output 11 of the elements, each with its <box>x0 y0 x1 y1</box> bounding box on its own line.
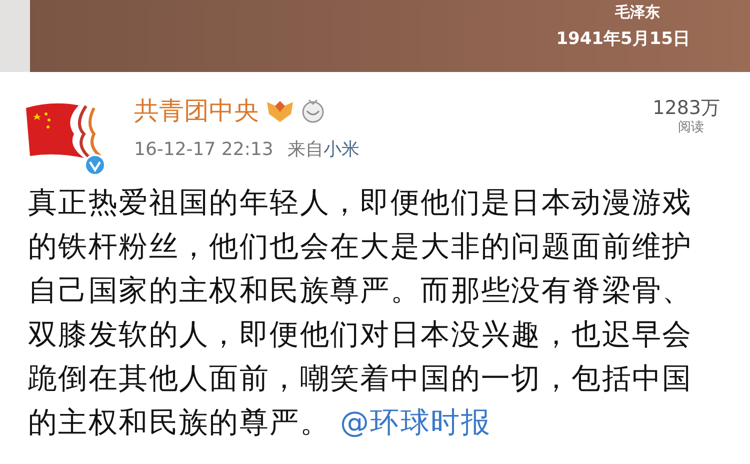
read-label: 阅读 <box>678 120 704 136</box>
source-link[interactable]: 小米 <box>323 138 360 162</box>
read-count: 1283万 <box>652 96 720 120</box>
source-label: 来自 <box>287 138 324 162</box>
banner-date: 1941年5月15日 <box>556 28 690 50</box>
post-body: 真正热爱祖国的年轻人，即便他们是日本动漫游戏的铁杆粉丝，他们也会在大是大非的问题面前维护自己国家的主权和民族尊严。而那些没有脊梁骨、双膝发软的人，即便他们对日本没兴趣，也迟早会跪倒在其他人面前，嘲笑着中国的一切，包括中国的主权和民族的尊严。 @环球时报 <box>28 184 694 441</box>
emblem-icon <box>265 98 295 124</box>
author-name[interactable]: 共青团中央 <box>134 94 259 128</box>
banner-author: 毛泽东 <box>615 2 660 22</box>
post-timestamp: 16-12-17 22:13 <box>134 138 274 162</box>
mention-link[interactable]: @环球时报 <box>340 405 491 439</box>
